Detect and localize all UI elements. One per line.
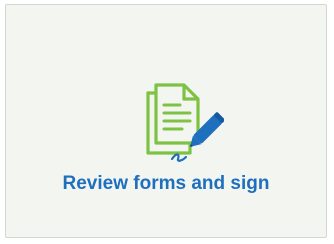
review-forms-tile[interactable]: Review forms and sign <box>5 4 327 238</box>
tile-label: Review forms and sign <box>62 173 270 194</box>
document-sign-icon <box>142 81 224 165</box>
